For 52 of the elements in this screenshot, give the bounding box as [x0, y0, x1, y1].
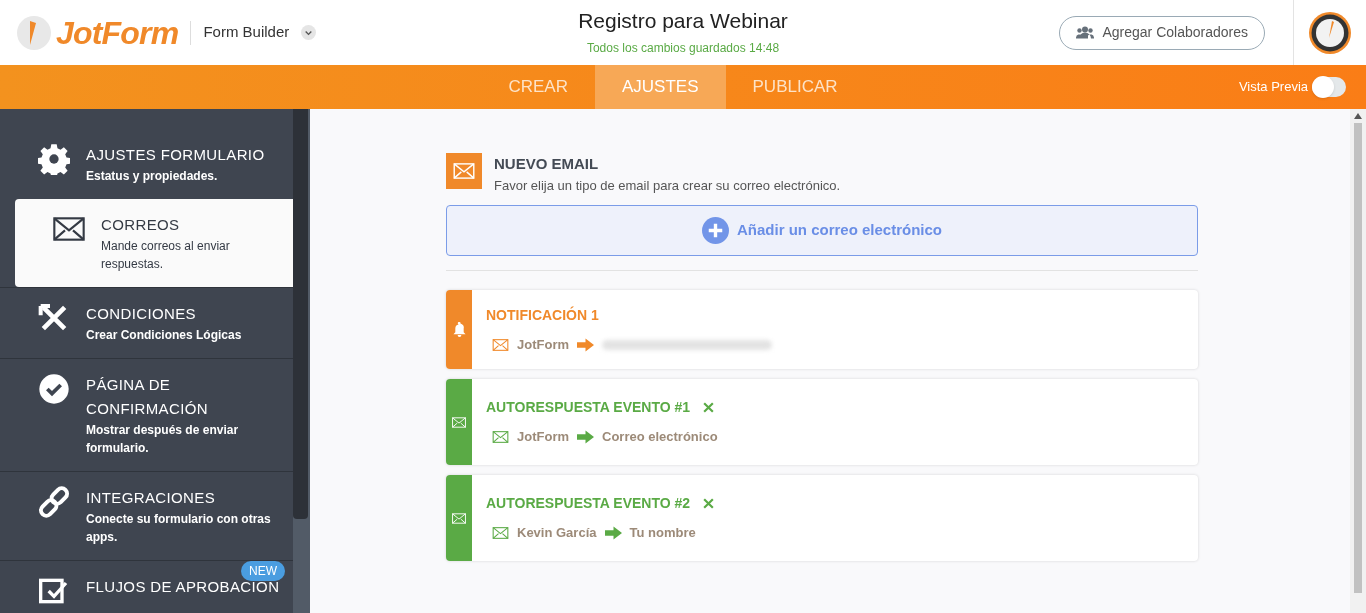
- envelope-icon: [492, 431, 509, 443]
- email-from: JotForm: [517, 428, 569, 447]
- gear-icon: [38, 143, 70, 175]
- save-status: Todos los cambios guardados 14:48: [586, 39, 780, 57]
- sidebar-item-subtitle: Mostrar después de enviar formulario.: [86, 422, 240, 457]
- email-from: Kevin García: [517, 524, 597, 543]
- bell-icon: [452, 322, 466, 337]
- email-title: AUTORESPUESTA EVENTO #1: [486, 398, 691, 418]
- sidebar-item-subtitle: Estatus y propiedades.: [86, 168, 219, 185]
- form-title: Registro para Webinar: [578, 8, 788, 35]
- preview-label: Vista Previa: [1238, 78, 1308, 97]
- pencil-logo-icon: [16, 14, 52, 51]
- sidebar-item-title: PÁGINA DE CONFIRMACIÓN: [86, 375, 209, 419]
- section-title: NUEVO EMAIL: [494, 154, 600, 174]
- email-to: Correo electrónico: [602, 428, 718, 447]
- preview-toggle[interactable]: [1312, 77, 1346, 97]
- email-to: Tu nombre: [629, 524, 696, 543]
- plus-circle-icon: [701, 217, 729, 244]
- envelope-icon: [453, 163, 475, 179]
- app-menu-button[interactable]: Form Builder: [203, 21, 290, 44]
- avatar-icon[interactable]: [1308, 10, 1352, 55]
- sidebar-item[interactable]: AJUSTES FORMULARIO Estatus y propiedades.: [0, 129, 293, 199]
- sidebar-item-title: CONDICIONES: [86, 304, 197, 324]
- sidebar-item[interactable]: CONDICIONES Crear Condiciones Lógicas: [0, 287, 293, 358]
- scrollbar-thumb[interactable]: [1354, 123, 1362, 593]
- chain-link-icon: [38, 486, 70, 518]
- envelope-icon: [492, 527, 509, 539]
- sidebar-item[interactable]: CORREOS Mande correos al enviar respuestas.: [15, 199, 293, 287]
- scrollbar-thumb[interactable]: [293, 109, 308, 519]
- scroll-up-icon[interactable]: [1354, 113, 1362, 119]
- check-circle-icon: [38, 373, 70, 405]
- logo-text: JotForm: [56, 13, 179, 53]
- sidebar-item[interactable]: NEW FLUJOS DE APROBACIÓN: [0, 560, 293, 613]
- arrow-right-icon: [604, 526, 622, 540]
- sidebar-item-subtitle: Conecte su formulario con otras apps.: [86, 511, 272, 546]
- section-description: Favor elija un tipo de email para crear su correo electrónico.: [494, 176, 841, 195]
- sidebar-item-title: CORREOS: [101, 215, 181, 235]
- email-title: AUTORESPUESTA EVENTO #2: [486, 494, 691, 514]
- chevron-down-icon[interactable]: [301, 25, 317, 40]
- sidebar-item-subtitle: Crear Condiciones Lógicas: [86, 327, 242, 344]
- envelope-icon: [452, 416, 466, 428]
- email-from: JotForm: [517, 335, 569, 354]
- sidebar-item-title: AJUSTES FORMULARIO: [86, 145, 265, 165]
- sidebar-item-title: INTEGRACIONES: [86, 488, 217, 508]
- arrow-right-icon: [577, 337, 594, 352]
- sidebar-item-subtitle: Mande correos al enviar respuestas.: [101, 238, 231, 273]
- arrow-right-icon: [577, 430, 594, 444]
- envelope-icon: [492, 338, 509, 351]
- new-badge: NEW: [241, 561, 285, 581]
- users-icon: [1076, 26, 1095, 39]
- envelope-icon: [452, 512, 466, 524]
- email-title: NOTIFICACIÓN 1: [486, 305, 599, 325]
